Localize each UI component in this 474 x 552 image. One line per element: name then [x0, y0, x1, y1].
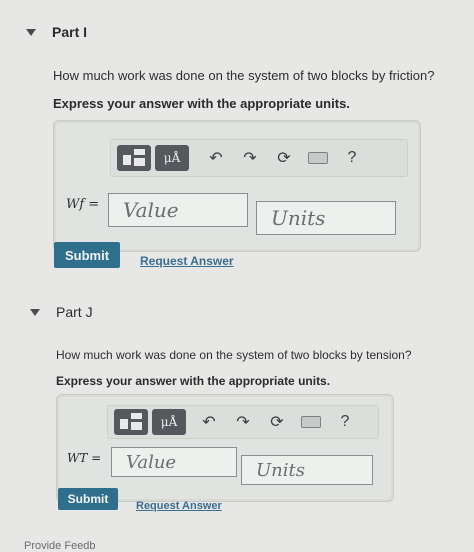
collapse-caret-icon[interactable]: [26, 28, 36, 36]
templates-icon[interactable]: [114, 409, 148, 435]
help-button[interactable]: ?: [335, 144, 369, 172]
symbols-button[interactable]: μÅ: [155, 145, 189, 171]
instruction-text: Express your answer with the appropriate…: [53, 96, 350, 111]
undo-icon[interactable]: ↶: [192, 408, 226, 436]
collapse-caret-icon[interactable]: [30, 308, 40, 316]
part-i-header[interactable]: Part I: [26, 24, 87, 40]
help-button[interactable]: ?: [328, 408, 362, 436]
question-text: How much work was done on the system of …: [53, 68, 435, 83]
variable-label: Wf =: [66, 197, 100, 212]
part-i-section: Part I How much work was done on the sys…: [0, 0, 474, 290]
instruction-text: Express your answer with the appropriate…: [56, 374, 331, 388]
value-input[interactable]: Value: [108, 193, 248, 227]
redo-icon[interactable]: ↷: [233, 144, 267, 172]
reset-icon[interactable]: ⟳: [260, 408, 294, 436]
equation-toolbar: μÅ ↶ ↷ ⟳ ?: [110, 139, 408, 177]
part-j-header[interactable]: Part J: [30, 304, 93, 320]
submit-button[interactable]: Submit: [58, 488, 118, 510]
redo-icon[interactable]: ↷: [226, 408, 260, 436]
units-input[interactable]: Units: [256, 201, 396, 235]
part-title: Part I: [52, 24, 88, 40]
symbols-button[interactable]: μÅ: [152, 409, 186, 435]
request-answer-link[interactable]: Request Answer: [136, 500, 222, 512]
request-answer-link[interactable]: Request Answer: [140, 254, 234, 268]
answer-box: μÅ ↶ ↷ ⟳ ? Wf = Value Units: [53, 120, 421, 252]
part-j-section: Part J How much work was done on the sys…: [0, 290, 474, 552]
templates-icon[interactable]: [117, 145, 151, 171]
equation-toolbar: μÅ ↶ ↷ ⟳ ?: [107, 405, 379, 439]
value-input[interactable]: Value: [111, 447, 237, 477]
answer-box: μÅ ↶ ↷ ⟳ ? WT = Value Units: [56, 394, 394, 502]
units-input[interactable]: Units: [241, 455, 373, 485]
provide-feedback-link[interactable]: Provide Feedb: [24, 540, 96, 552]
question-text: How much work was done on the system of …: [56, 348, 412, 362]
keyboard-icon[interactable]: [301, 144, 335, 172]
submit-button[interactable]: Submit: [54, 242, 120, 268]
part-title: Part J: [56, 304, 93, 320]
keyboard-icon[interactable]: [294, 408, 328, 436]
reset-icon[interactable]: ⟳: [267, 144, 301, 172]
variable-label: WT =: [67, 451, 102, 465]
undo-icon[interactable]: ↶: [199, 144, 233, 172]
